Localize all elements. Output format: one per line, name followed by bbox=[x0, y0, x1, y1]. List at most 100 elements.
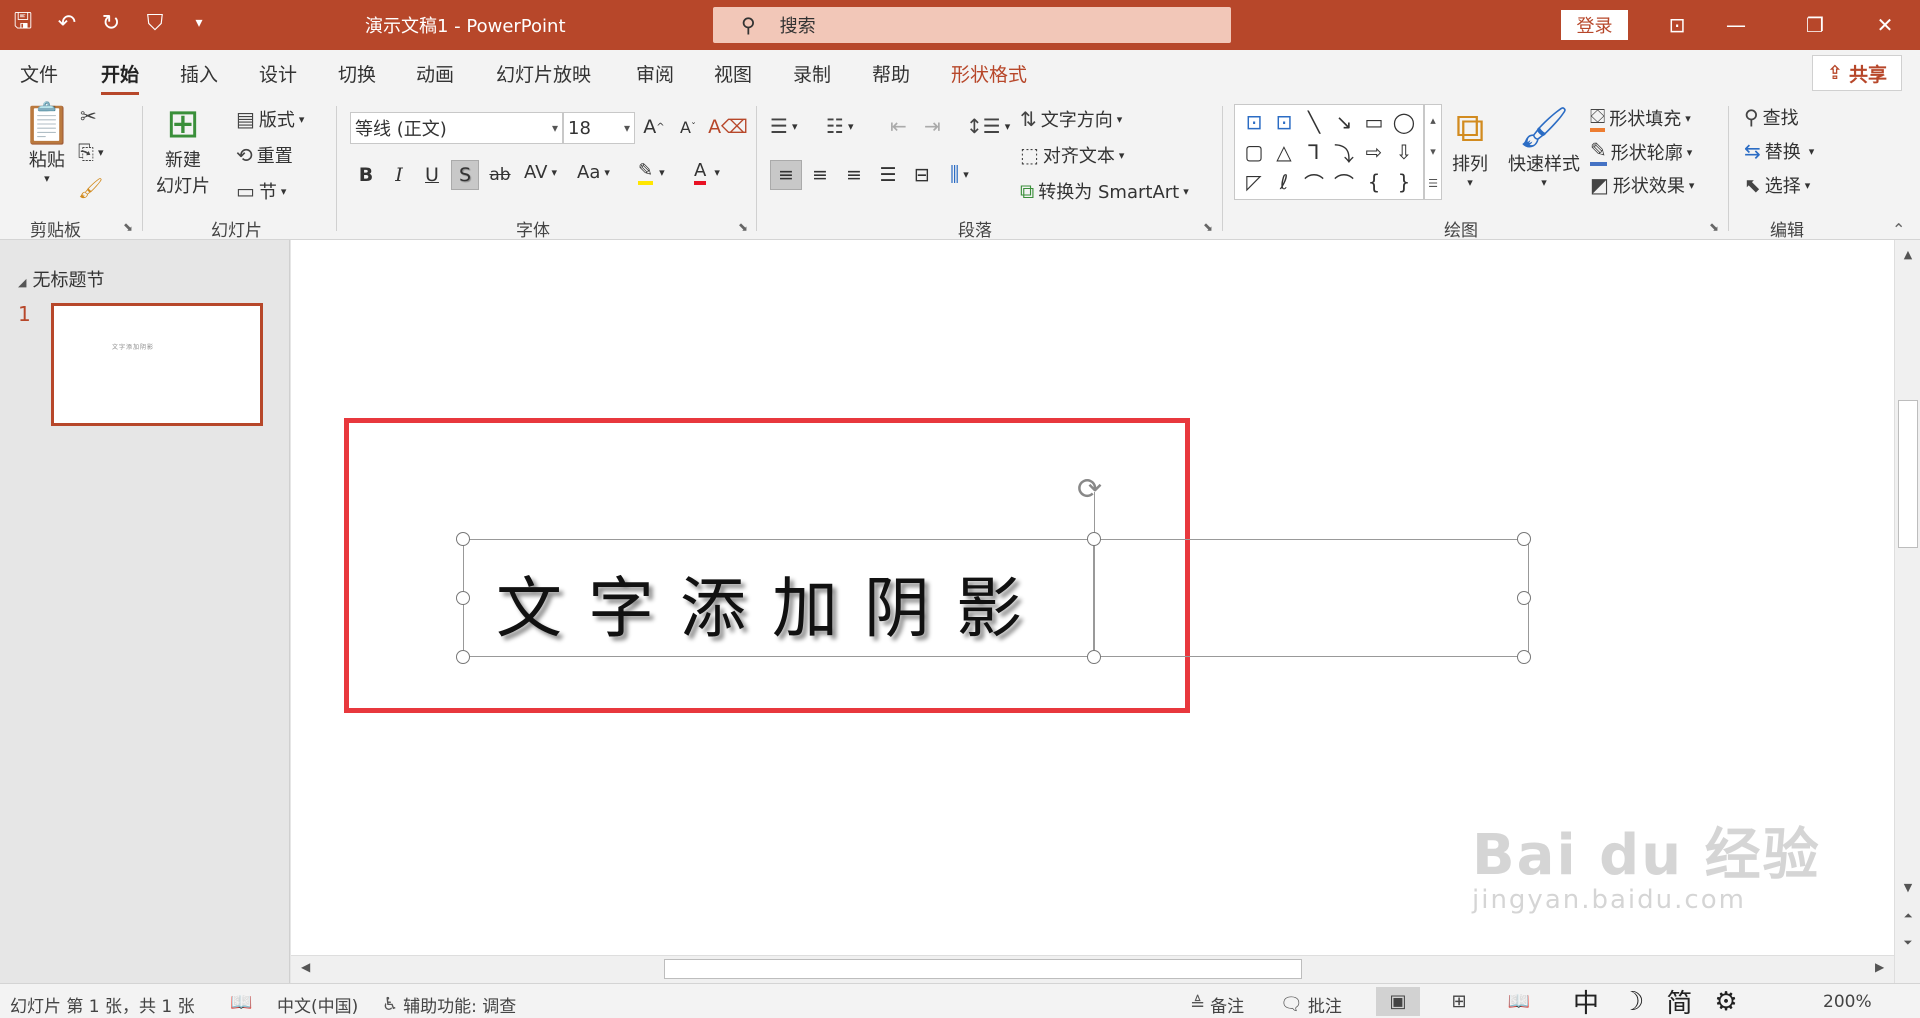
resize-handle-top-right[interactable] bbox=[1517, 532, 1531, 546]
grow-font-button[interactable]: A ^ bbox=[640, 112, 668, 142]
vertical-textbox-shape-icon[interactable]: ⊡ bbox=[1269, 107, 1299, 137]
search-box[interactable]: ⚲ 搜索 bbox=[713, 7, 1231, 43]
login-button[interactable]: 登录 bbox=[1561, 10, 1628, 40]
chevron-down-icon[interactable]: ▾ bbox=[1430, 145, 1436, 158]
scroll-right-icon[interactable]: ▶ bbox=[1875, 960, 1884, 974]
text-direction-button[interactable]: ⇅ 文字方向 ▾ bbox=[1020, 106, 1122, 132]
chevron-up-icon[interactable]: ▴ bbox=[1430, 114, 1436, 127]
resize-handle-right[interactable] bbox=[1517, 591, 1531, 605]
selected-textbox-extent[interactable] bbox=[1094, 539, 1529, 657]
scribble-shape-icon[interactable]: ℓ bbox=[1269, 167, 1299, 197]
collapse-ribbon-icon[interactable]: ⌃ bbox=[1892, 220, 1905, 239]
horizontal-scroll-thumb[interactable] bbox=[664, 959, 1302, 979]
triangle-shape-icon[interactable]: △ bbox=[1269, 137, 1299, 167]
section-header[interactable]: ◢ 无标题节 bbox=[18, 266, 104, 292]
tab-file[interactable]: 文件 bbox=[20, 60, 58, 87]
align-right-button[interactable]: ≡ bbox=[840, 160, 868, 190]
scroll-left-icon[interactable]: ◀ bbox=[301, 960, 310, 974]
right-brace-shape-icon[interactable]: } bbox=[1389, 167, 1419, 197]
textbox-shape-icon[interactable]: ⊡ bbox=[1239, 107, 1269, 137]
ime-simplified-mode[interactable]: 简 bbox=[1666, 983, 1692, 1018]
text-shadow-button[interactable]: S bbox=[451, 160, 479, 190]
shape-fill-button[interactable]: ⛋ 形状填充 ▾ bbox=[1590, 104, 1691, 132]
slide-sorter-view-button[interactable]: ⊞ bbox=[1437, 987, 1481, 1016]
tab-slideshow[interactable]: 幻灯片放映 bbox=[496, 60, 591, 87]
change-case-button[interactable]: Aa ▾ bbox=[577, 162, 610, 183]
rectangle-shape-icon[interactable]: ▭ bbox=[1359, 107, 1389, 137]
redo-icon[interactable]: ↻ bbox=[96, 8, 126, 38]
resize-handle-left[interactable] bbox=[456, 591, 470, 605]
line-spacing-button[interactable]: ↕☰ ▾ bbox=[966, 114, 1010, 138]
arrow-line-shape-icon[interactable]: ↘ bbox=[1329, 107, 1359, 137]
font-launcher-icon[interactable]: ⬊ bbox=[738, 220, 748, 234]
resize-handle-top[interactable] bbox=[1087, 532, 1101, 546]
down-arrow-shape-icon[interactable]: ⇩ bbox=[1389, 137, 1419, 167]
align-text-button[interactable]: ⬚ 对齐文本 ▾ bbox=[1020, 142, 1124, 168]
increase-indent-button[interactable]: ⇥ bbox=[924, 114, 945, 138]
share-button[interactable]: ⇪ 共享 bbox=[1812, 55, 1902, 91]
tab-insert[interactable]: 插入 bbox=[180, 60, 218, 87]
shrink-font-button[interactable]: Aˇ bbox=[674, 112, 702, 142]
shape-outline-button[interactable]: ✎ 形状轮廓 ▾ bbox=[1590, 138, 1692, 166]
numbering-button[interactable]: ☷ ▾ bbox=[826, 114, 853, 138]
shape-effects-button[interactable]: ◩ 形状效果 ▾ bbox=[1590, 172, 1694, 198]
align-center-button[interactable]: ≡ bbox=[806, 160, 834, 190]
line-shape-icon[interactable]: ╲ bbox=[1299, 107, 1329, 137]
select-button[interactable]: ⬉ 选择 ▾ bbox=[1744, 172, 1810, 198]
spelling-status[interactable]: 📖 bbox=[230, 992, 252, 1013]
elbow-arrow-shape-icon[interactable]: ⤵ bbox=[1329, 137, 1359, 167]
save-icon[interactable]: 🖫 bbox=[8, 8, 38, 38]
character-spacing-button[interactable]: AV ▾ bbox=[524, 162, 557, 183]
comments-button[interactable]: 🗨 批注 bbox=[1280, 992, 1342, 1017]
tab-help[interactable]: 帮助 bbox=[872, 60, 910, 87]
scroll-down-icon[interactable]: ▼ bbox=[1899, 878, 1917, 896]
present-icon[interactable]: ⛉ bbox=[140, 8, 170, 38]
ribbon-display-options-icon[interactable]: ⊡ bbox=[1657, 8, 1697, 42]
notes-button[interactable]: ≜ 备注 bbox=[1190, 992, 1244, 1017]
gear-icon[interactable]: ⚙ bbox=[1714, 987, 1737, 1017]
vertical-scrollbar[interactable]: ▲ ▼ ⏶ ⏷ bbox=[1894, 240, 1920, 983]
freeform-shape-icon[interactable]: ◸ bbox=[1239, 167, 1269, 197]
clear-formatting-button[interactable]: A⌫ bbox=[708, 112, 748, 142]
clipboard-launcher-icon[interactable]: ⬊ bbox=[123, 220, 133, 234]
curve-shape-icon[interactable]: ⌒ bbox=[1329, 167, 1359, 197]
paragraph-launcher-icon[interactable]: ⬊ bbox=[1203, 220, 1213, 234]
format-painter-button[interactable]: 🖌 bbox=[78, 176, 107, 200]
replace-button[interactable]: ⇆ 替换 ▾ bbox=[1744, 138, 1814, 164]
font-color-button[interactable]: A ▾ bbox=[694, 160, 720, 185]
resize-handle-top-left[interactable] bbox=[456, 532, 470, 546]
copy-button[interactable]: ⎘ ▾ bbox=[78, 140, 104, 164]
reading-view-button[interactable]: 📖 bbox=[1497, 987, 1541, 1016]
oval-shape-icon[interactable]: ◯ bbox=[1389, 107, 1419, 137]
next-slide-icon[interactable]: ⏷ bbox=[1899, 934, 1917, 952]
paste-button[interactable]: 📋 粘贴 ▾ bbox=[22, 102, 72, 185]
bullets-button[interactable]: ☰ ▾ bbox=[770, 114, 797, 138]
font-size-combo[interactable]: 18 ▾ bbox=[563, 112, 635, 144]
scroll-up-icon[interactable]: ▲ bbox=[1899, 245, 1917, 263]
layout-button[interactable]: ▤ 版式 ▾ bbox=[236, 106, 304, 132]
rounded-rectangle-shape-icon[interactable]: ▢ bbox=[1239, 137, 1269, 167]
accessibility-status[interactable]: ♿ 辅助功能: 调查 bbox=[382, 992, 516, 1017]
underline-button[interactable]: U bbox=[418, 160, 446, 190]
justify-button[interactable]: ☰ bbox=[874, 160, 902, 190]
tab-animations[interactable]: 动画 bbox=[416, 60, 454, 87]
tab-shape-format[interactable]: 形状格式 bbox=[951, 60, 1027, 87]
tab-view[interactable]: 视图 bbox=[714, 60, 752, 87]
moon-icon[interactable]: ☽ bbox=[1621, 987, 1644, 1017]
tab-design[interactable]: 设计 bbox=[259, 60, 297, 87]
left-brace-shape-icon[interactable]: { bbox=[1359, 167, 1389, 197]
columns-button[interactable]: ⫼ ▾ bbox=[950, 162, 969, 186]
arc-shape-icon[interactable]: ⌒ bbox=[1299, 167, 1329, 197]
horizontal-scrollbar[interactable]: ◀ ▶ bbox=[291, 955, 1894, 983]
tab-transitions[interactable]: 切换 bbox=[338, 60, 376, 87]
shapes-gallery[interactable]: ⊡ ⊡ ╲ ↘ ▭ ◯ ▢ △ ⅂ ⤵ ⇨ ⇩ ◸ ℓ ⌒ ⌒ { } bbox=[1234, 104, 1424, 200]
normal-view-button[interactable]: ▣ bbox=[1376, 987, 1420, 1016]
quick-styles-button[interactable]: 🖌 快速样式 ▾ bbox=[1508, 106, 1580, 189]
font-name-combo[interactable]: 等线 (正文) ▾ bbox=[350, 112, 563, 144]
tab-review[interactable]: 审阅 bbox=[636, 60, 674, 87]
shapes-gallery-scroll[interactable]: ▴ ▾ ☰ bbox=[1424, 104, 1442, 200]
right-arrow-shape-icon[interactable]: ⇨ bbox=[1359, 137, 1389, 167]
resize-handle-bottom-right[interactable] bbox=[1517, 650, 1531, 664]
collapse-section-icon[interactable]: ◢ bbox=[18, 276, 26, 289]
bold-button[interactable]: B bbox=[352, 160, 380, 190]
